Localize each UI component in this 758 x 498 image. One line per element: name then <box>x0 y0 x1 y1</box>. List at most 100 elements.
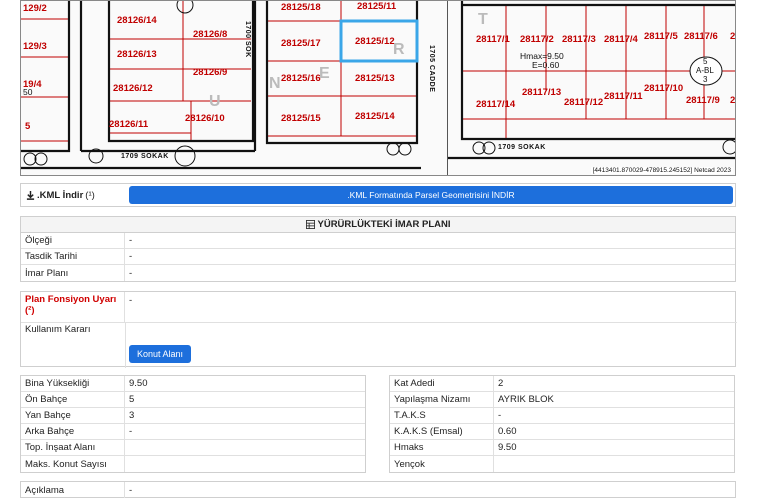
info-row: Ölçeği - <box>21 233 735 249</box>
parcel-label: 28117/13 <box>522 87 562 98</box>
street-label: 1700 SOK <box>244 21 251 58</box>
parcel-label: 28117/14 <box>476 99 516 110</box>
warning-label-cell: Plan Fonsiyon Uyarı (²) <box>21 292 125 322</box>
parcel-label: 28126/13 <box>117 49 157 60</box>
parcel-label: 28117/12 <box>564 97 604 108</box>
table-row: Yapılaşma Nizamı AYRIK BLOK <box>390 392 734 408</box>
row-value: - <box>129 484 133 496</box>
row-value: 9.50 <box>498 442 517 453</box>
parcel-label: 2811 <box>730 31 736 42</box>
parcel-label: 28117/11 <box>604 91 643 102</box>
building-params-table: Bina Yüksekliği 9.50 Ön Bahçe 5 Yan Bahç… <box>20 375 366 473</box>
plan-function-panel: Plan Fonsiyon Uyarı (²) - Kullanım Karar… <box>20 291 737 368</box>
kml-download-row: .KML İndir (¹) .KML Formatında Parsel Ge… <box>20 183 736 207</box>
table-row: Yan Bahçe 3 <box>21 408 365 424</box>
parcel-map[interactable]: 129/2 129/3 19/4 50 5 28126/14 28126/8 2… <box>20 0 736 176</box>
row-value: - <box>129 267 133 279</box>
row-value <box>125 456 365 472</box>
row-value: 3 <box>129 410 135 421</box>
footnote-marker: (²) <box>25 305 35 316</box>
parcel-label: 28125/11 <box>357 1 397 12</box>
parcel-label: 28117/5 <box>644 31 678 42</box>
row-value <box>125 440 365 455</box>
panel-title: YÜRÜRLÜKTEKİ İMAR PLANI <box>317 219 451 230</box>
row-label: Ölçeği <box>21 233 125 248</box>
kml-download-button[interactable]: .KML Formatında Parsel Geometrisini İNDİ… <box>129 186 733 204</box>
table-row: Arka Bahçe - <box>21 424 365 440</box>
usage-label: Kullanım Kararı <box>25 324 91 335</box>
parcel-label: 28117/1 <box>476 34 510 45</box>
coordinate-readout: [4413401.870029-478915.245152] Netcad 20… <box>590 167 733 174</box>
row-label: T.A.K.S <box>390 408 494 423</box>
parcel-label: 28117/9 <box>686 95 720 106</box>
row-label: Arka Bahçe <box>21 424 125 439</box>
parcel-label: 28126/8 <box>193 29 228 40</box>
street-label: 1709 SOKAK <box>498 144 546 151</box>
parcel-label: 28117/2 <box>520 34 554 45</box>
row-label: Yan Bahçe <box>21 408 125 423</box>
footnote-marker: (¹) <box>85 189 95 201</box>
parcel-label: 28126/11 <box>109 119 149 130</box>
info-row: Tasdik Tarihi - <box>21 249 735 265</box>
kml-label: .KML İndir (¹) <box>21 190 127 201</box>
row-label: Kat Adedi <box>390 376 494 391</box>
zone-letter: T <box>478 11 488 28</box>
table-row: K.A.K.S (Emsal) 0.60 <box>390 424 734 440</box>
table-row: Kat Adedi 2 <box>390 376 734 392</box>
parcel-label: 28126/12 <box>113 83 153 94</box>
parcel-label: 28125/12 <box>355 36 395 47</box>
zone-letter: E <box>319 65 330 82</box>
parcel-label: 2811 <box>730 95 736 106</box>
table-row: Yençok <box>390 456 734 472</box>
row-label: Maks. Konut Sayısı <box>21 456 125 472</box>
warning-value: - <box>129 295 133 306</box>
usage-decision-button[interactable]: Konut Alanı <box>129 345 192 363</box>
parcel-label: 28126/9 <box>193 67 228 78</box>
row-label: Hmaks <box>390 440 494 455</box>
warning-label: Plan Fonsiyon Uyarı <box>25 294 117 305</box>
parcel-label: 28125/15 <box>281 113 321 124</box>
zone-code: 5 <box>703 57 708 66</box>
table-icon <box>305 220 315 229</box>
row-value: 0.60 <box>498 426 517 437</box>
construction-params-table: Kat Adedi 2 Yapılaşma Nizamı AYRIK BLOK … <box>389 375 735 473</box>
table-row: Hmaks 9.50 <box>390 440 734 456</box>
parcel-label: 28117/3 <box>562 34 596 45</box>
map-left-lines <box>21 1 421 170</box>
parcel-label: 28125/13 <box>355 73 395 84</box>
row-value: - <box>129 235 133 246</box>
row-value: - <box>498 410 502 421</box>
row-label: Açıklama <box>21 482 125 498</box>
info-row: Açıklama - <box>21 482 735 498</box>
row-value <box>494 456 734 472</box>
info-row: İmar Planı - <box>21 265 735 281</box>
parcel-label: 28117/6 <box>684 31 718 42</box>
panel-header: YÜRÜRLÜKTEKİ İMAR PLANI <box>21 217 735 233</box>
parcel-label: 28125/17 <box>281 38 321 49</box>
row-value: 5 <box>129 394 135 405</box>
parcel-label: 28125/14 <box>355 111 395 122</box>
map-left-sheet: 129/2 129/3 19/4 50 5 28126/14 28126/8 2… <box>21 1 435 175</box>
row-label: Ön Bahçe <box>21 392 125 407</box>
zone-letter: R <box>393 41 405 58</box>
row-value: AYRIK BLOK <box>498 394 554 405</box>
row-value: - <box>129 251 133 262</box>
table-row: Maks. Konut Sayısı <box>21 456 365 472</box>
zone-letter: U <box>209 93 221 110</box>
zone-floors: 3 <box>703 75 708 84</box>
emsal-note: E=0.60 <box>532 60 560 70</box>
zone-type: A-BL <box>696 66 714 75</box>
parcel-label: 28126/10 <box>185 113 225 124</box>
table-row: Ön Bahçe 5 <box>21 392 365 408</box>
parcel-label: 28117/4 <box>604 34 638 45</box>
table-row: T.A.K.S - <box>390 408 734 424</box>
parcel-label: 129/2 <box>23 3 47 14</box>
map-right-lines <box>448 1 735 160</box>
row-value: - <box>129 426 133 437</box>
row-label: Top. İnşaat Alanı <box>21 440 125 455</box>
parcel-label: 28125/18 <box>281 2 321 13</box>
kml-label-text: .KML İndir <box>37 189 84 201</box>
zone-letter: N <box>269 75 281 92</box>
row-label: Yençok <box>390 456 494 472</box>
row-label: Bina Yüksekliği <box>21 376 125 391</box>
